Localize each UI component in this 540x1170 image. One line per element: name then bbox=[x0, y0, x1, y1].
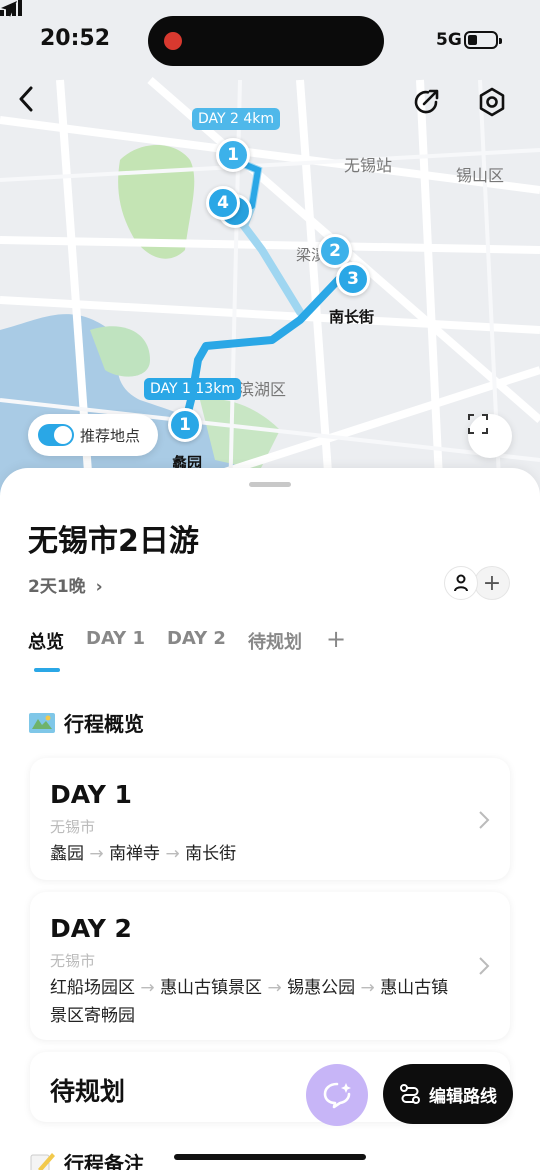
recording-dot bbox=[164, 32, 182, 50]
trip-sheet: 无锡市2日游 2天1晚 › + 总览 DAY 1 DAY 2 待规划 + 行程概… bbox=[0, 468, 540, 1170]
memo-emoji-icon bbox=[30, 1152, 55, 1170]
person-icon bbox=[454, 574, 468, 592]
map-label-binhu: 滨湖区 bbox=[238, 380, 287, 399]
tab-day1[interactable]: DAY 1 bbox=[86, 628, 145, 658]
pending-title: 待规划 bbox=[50, 1077, 126, 1106]
day1-card[interactable]: DAY 1 无锡市 蠡园 → 南禅寺 → 南长街 bbox=[30, 758, 510, 880]
arrow-icon: → bbox=[355, 978, 381, 998]
add-member-button[interactable]: + bbox=[474, 566, 510, 600]
arrow-icon: → bbox=[262, 978, 288, 998]
card-route: 红船场园区 → 惠山古镇景区 → 锡惠公园 → 惠山古镇景区寄畅园 bbox=[50, 974, 460, 1030]
day2-distance-tag: DAY 2 4km bbox=[192, 108, 281, 130]
chat-sparkle-icon bbox=[323, 1082, 351, 1109]
signal-icon bbox=[0, 0, 22, 16]
map-view[interactable]: 20:52 5G 无锡站 锡山区 梁溪 南长街 滨湖区 蠡园 DAY 2 4km… bbox=[0, 0, 540, 500]
dynamic-island bbox=[148, 16, 384, 66]
arrow-icon: → bbox=[160, 844, 186, 864]
map-label-xishan: 锡山区 bbox=[456, 166, 505, 185]
overview-heading-text: 行程概览 bbox=[64, 712, 144, 736]
sheet-grabber[interactable] bbox=[249, 482, 291, 487]
map-pin[interactable]: 1 bbox=[168, 408, 202, 442]
stop-name: 南长街 bbox=[185, 844, 237, 864]
map-emoji-icon bbox=[29, 712, 55, 733]
notes-heading-text: 行程备注 bbox=[64, 1152, 144, 1170]
day-tabs: 总览 DAY 1 DAY 2 待规划 + bbox=[28, 627, 346, 658]
chevron-right-icon bbox=[479, 811, 490, 829]
stop-name: 蠡园 bbox=[50, 844, 84, 864]
chevron-right-icon bbox=[479, 957, 490, 975]
notes-heading: 行程备注 bbox=[28, 1148, 144, 1170]
share-icon bbox=[414, 89, 439, 114]
recommend-places-toggle[interactable]: 推荐地点 bbox=[28, 414, 158, 456]
stop-name: 锡惠公园 bbox=[287, 978, 356, 998]
clock: 20:52 bbox=[40, 26, 111, 51]
member-avatar[interactable] bbox=[444, 566, 478, 600]
ai-assistant-button[interactable] bbox=[306, 1064, 368, 1126]
status-bar: 20:52 5G bbox=[0, 0, 540, 80]
trip-title: 无锡市2日游 bbox=[28, 524, 199, 559]
back-button[interactable] bbox=[18, 86, 58, 126]
chevron-right-icon: › bbox=[95, 577, 103, 597]
battery-icon bbox=[464, 31, 502, 49]
card-day-title: DAY 1 bbox=[50, 780, 132, 809]
share-button[interactable] bbox=[410, 86, 450, 126]
active-tab-indicator bbox=[34, 668, 60, 672]
day2-card[interactable]: DAY 2 无锡市 红船场园区 → 惠山古镇景区 → 锡惠公园 → 惠山古镇景区… bbox=[30, 892, 510, 1040]
route-icon bbox=[400, 1084, 420, 1104]
card-route: 蠡园 → 南禅寺 → 南长街 bbox=[50, 840, 460, 868]
toggle-switch[interactable] bbox=[38, 424, 74, 446]
network-type: 5G bbox=[436, 30, 462, 50]
trip-duration-text: 2天1晚 bbox=[28, 577, 86, 597]
stop-name: 南禅寺 bbox=[109, 844, 161, 864]
stop-name: 惠山古镇景区 bbox=[160, 978, 263, 998]
toggle-label: 推荐地点 bbox=[80, 426, 141, 445]
card-city: 无锡市 bbox=[50, 952, 96, 970]
add-day-button[interactable]: + bbox=[326, 627, 346, 658]
trip-duration[interactable]: 2天1晚 › bbox=[28, 572, 103, 597]
home-indicator[interactable] bbox=[174, 1154, 366, 1160]
tab-overview[interactable]: 总览 bbox=[28, 628, 64, 658]
edit-route-label: 编辑路线 bbox=[429, 1086, 497, 1107]
map-label-wuxi-station: 无锡站 bbox=[344, 156, 393, 175]
card-city: 无锡市 bbox=[50, 818, 96, 836]
chevron-left-icon bbox=[19, 86, 33, 112]
map-pin[interactable]: 1 bbox=[216, 138, 250, 172]
settings-button[interactable] bbox=[476, 86, 516, 126]
day1-distance-tag: DAY 1 13km bbox=[144, 378, 241, 400]
expand-icon bbox=[468, 414, 488, 434]
fullscreen-button[interactable] bbox=[468, 414, 512, 458]
settings-hexagon-icon bbox=[479, 87, 505, 117]
arrow-icon: → bbox=[135, 978, 161, 998]
map-pin[interactable]: 3 bbox=[336, 262, 370, 296]
tab-day2[interactable]: DAY 2 bbox=[167, 628, 226, 658]
arrow-icon: → bbox=[84, 844, 110, 864]
members-group[interactable]: + bbox=[444, 566, 510, 600]
map-label-nanchang: 南长街 bbox=[329, 308, 375, 326]
overview-heading: 行程概览 bbox=[28, 708, 144, 737]
stop-name: 红船场园区 bbox=[50, 978, 135, 998]
map-pin[interactable]: 4 bbox=[206, 186, 240, 220]
card-day-title: DAY 2 bbox=[50, 914, 132, 943]
tab-pending[interactable]: 待规划 bbox=[248, 628, 302, 658]
edit-route-button[interactable]: 编辑路线 bbox=[383, 1064, 513, 1124]
